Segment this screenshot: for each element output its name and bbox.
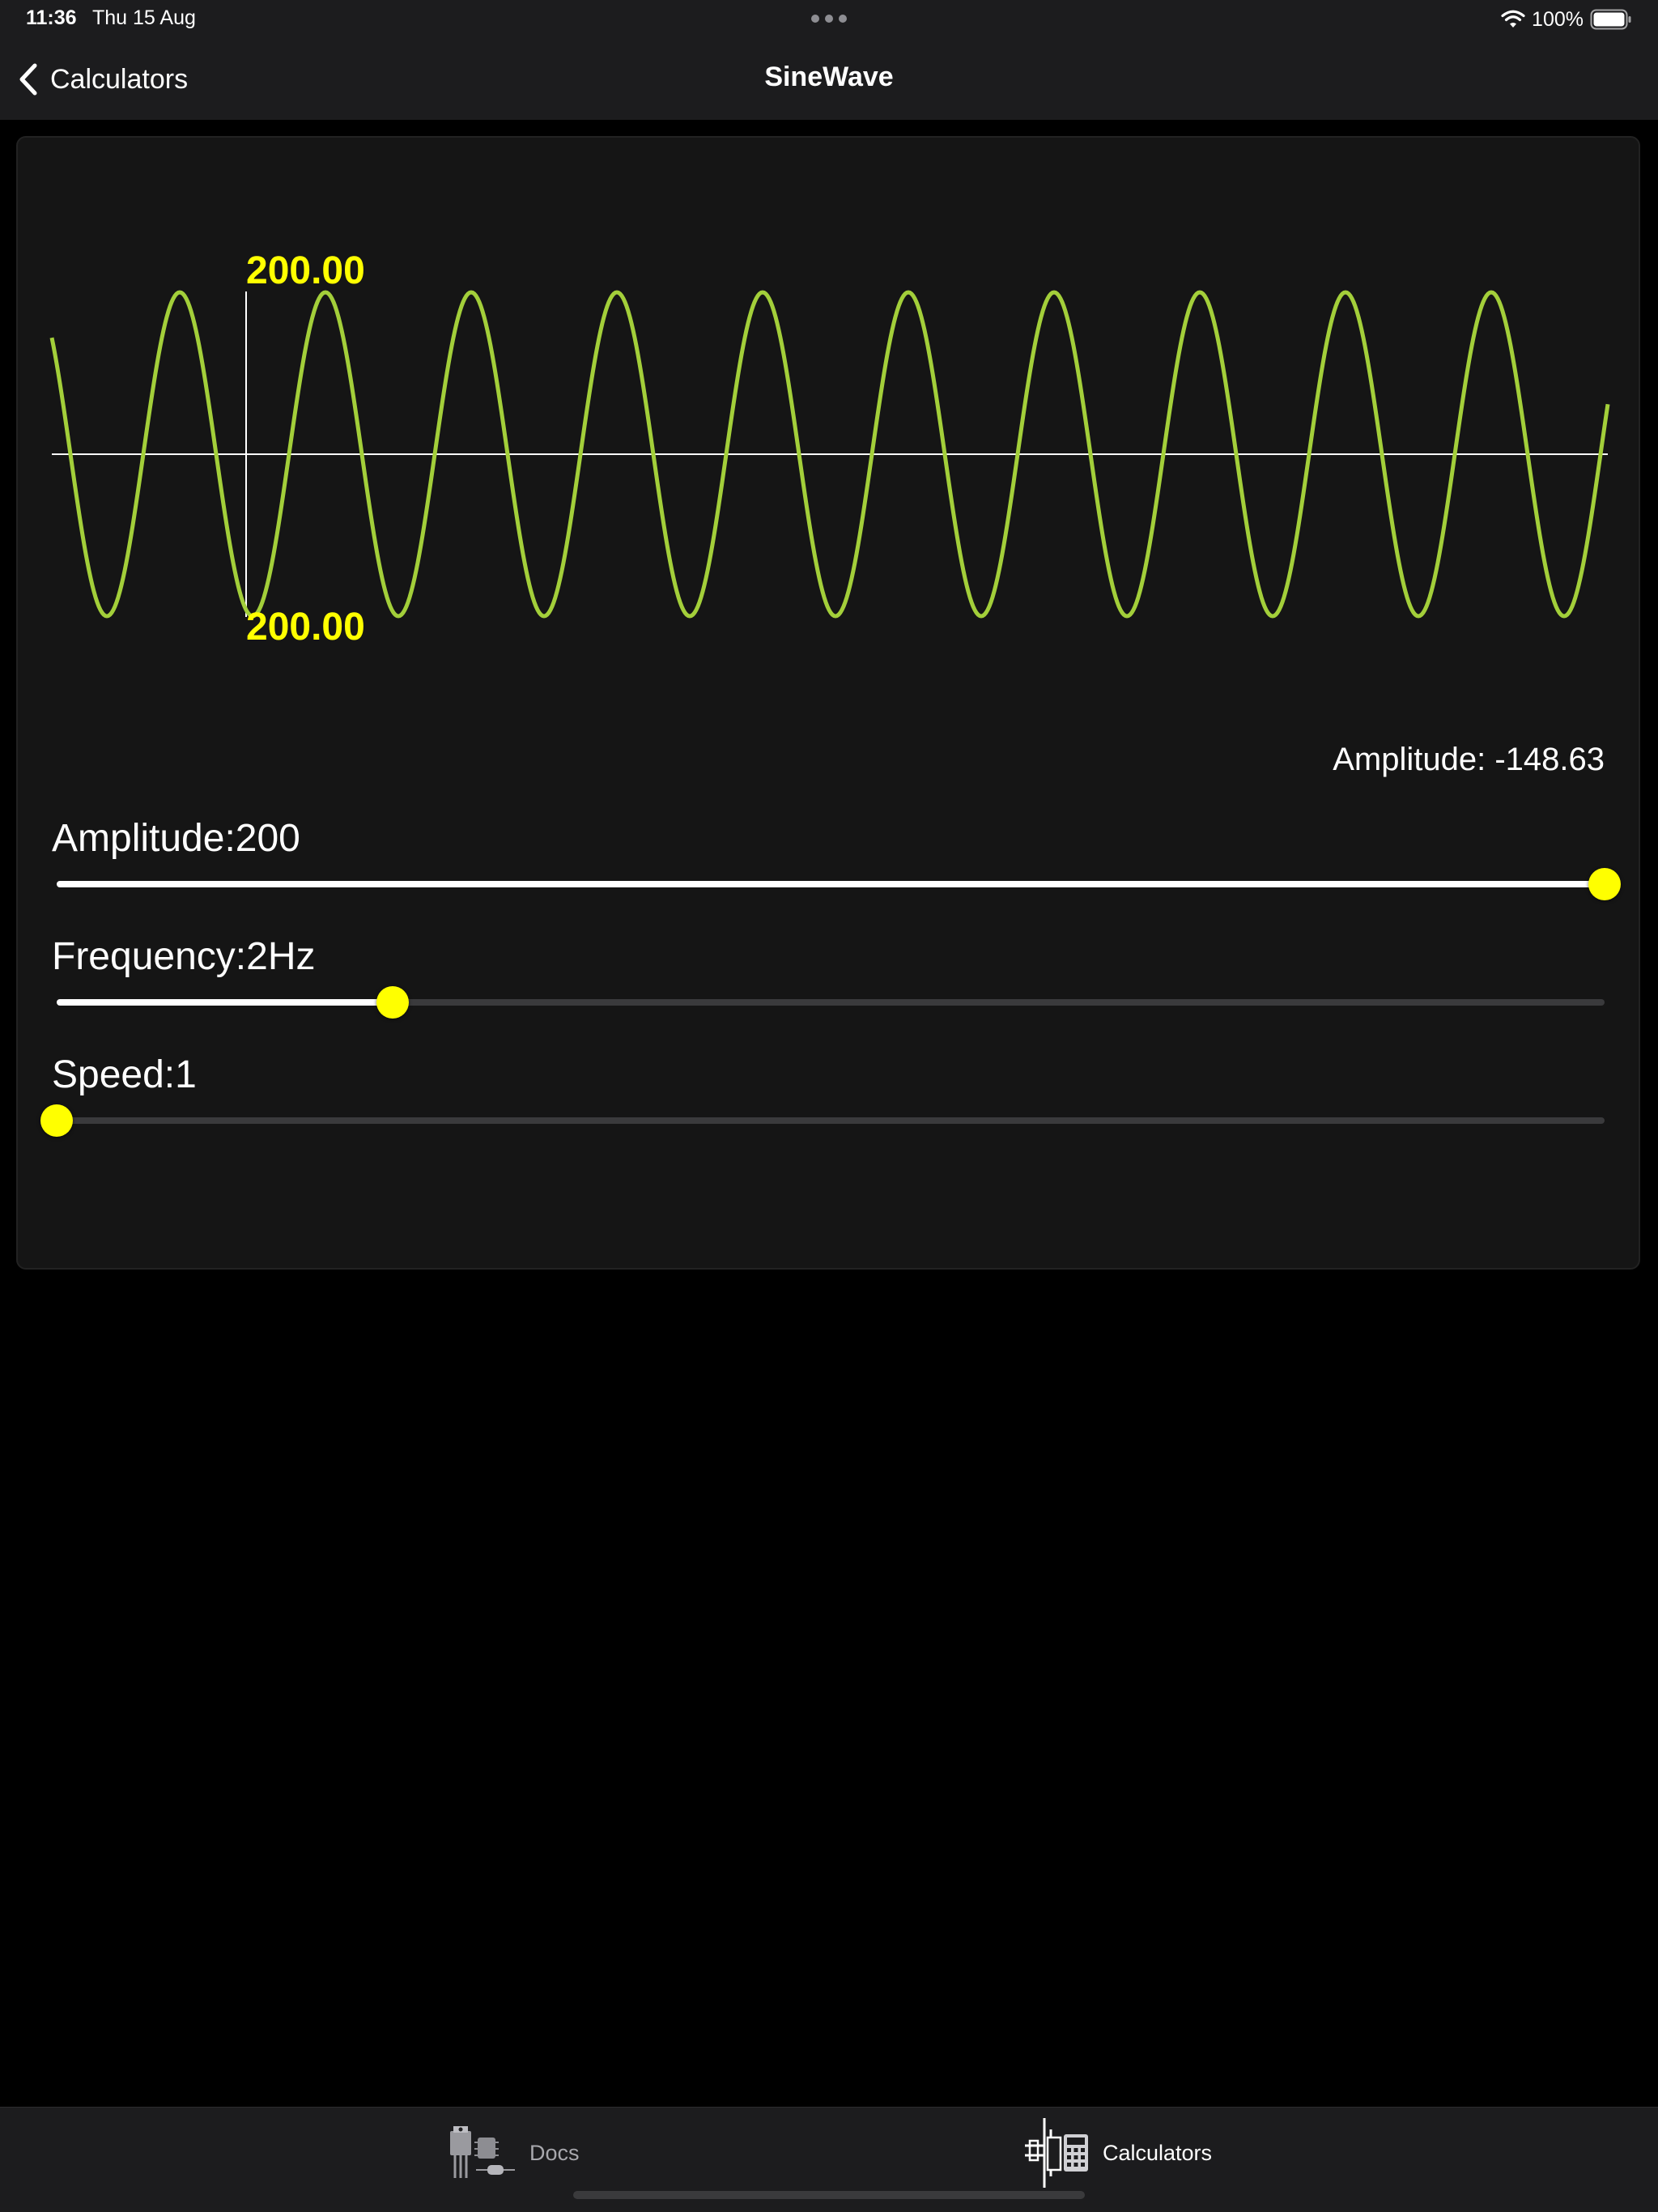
calculator-circuit-icon xyxy=(1025,2118,1088,2188)
slider-thumb[interactable] xyxy=(1588,868,1621,900)
status-right: 100% xyxy=(1501,5,1632,34)
tab-docs[interactable]: Docs xyxy=(447,2122,580,2184)
amplitude-readout: Amplitude: -148.63 xyxy=(1333,742,1605,777)
components-icon xyxy=(450,2126,515,2178)
status-bar: 11:36 Thu 15 Aug 100% xyxy=(0,0,1658,39)
sine-wave-plot: 200.00 200.00 xyxy=(49,249,1610,649)
battery-icon xyxy=(1590,9,1631,30)
chevron-left-icon xyxy=(19,63,37,96)
frequency-slider-label: Frequency:2Hz xyxy=(52,935,316,978)
slider-track xyxy=(57,1117,1605,1124)
wifi-icon xyxy=(1501,10,1525,28)
amplitude-slider[interactable] xyxy=(57,866,1621,902)
slider-thumb[interactable] xyxy=(376,986,409,1019)
min-value-label: 200.00 xyxy=(246,606,365,649)
page-title: SineWave xyxy=(764,62,894,92)
tab-calculators[interactable]: Calculators xyxy=(1022,2118,1213,2188)
back-button[interactable]: Calculators xyxy=(18,57,188,102)
back-button-label: Calculators xyxy=(50,63,189,95)
app-screen: 11:36 Thu 15 Aug 100% SineWave Calculato… xyxy=(0,0,1658,2212)
sinewave-card: 200.00 200.00 Amplitude: -148.63 Amplitu… xyxy=(16,136,1640,1270)
slider-fill xyxy=(57,999,393,1006)
max-value-label: 200.00 xyxy=(246,249,365,292)
battery-percent: 100% xyxy=(1532,7,1584,31)
home-indicator[interactable] xyxy=(573,2191,1085,2199)
multitasking-dots-icon[interactable] xyxy=(811,15,847,23)
amplitude-slider-label: Amplitude:200 xyxy=(52,817,300,860)
slider-fill xyxy=(57,881,1605,887)
frequency-slider[interactable] xyxy=(57,985,1605,1020)
tab-calculators-label: Calculators xyxy=(1103,2140,1213,2165)
speed-slider-label: Speed:1 xyxy=(52,1053,197,1096)
status-time: 11:36 xyxy=(26,6,77,29)
status-date: Thu 15 Aug xyxy=(92,6,196,29)
slider-thumb[interactable] xyxy=(40,1104,73,1137)
navigation-bar: SineWave Calculators xyxy=(0,39,1658,120)
speed-slider[interactable] xyxy=(40,1103,1605,1138)
tab-docs-label: Docs xyxy=(529,2140,580,2165)
